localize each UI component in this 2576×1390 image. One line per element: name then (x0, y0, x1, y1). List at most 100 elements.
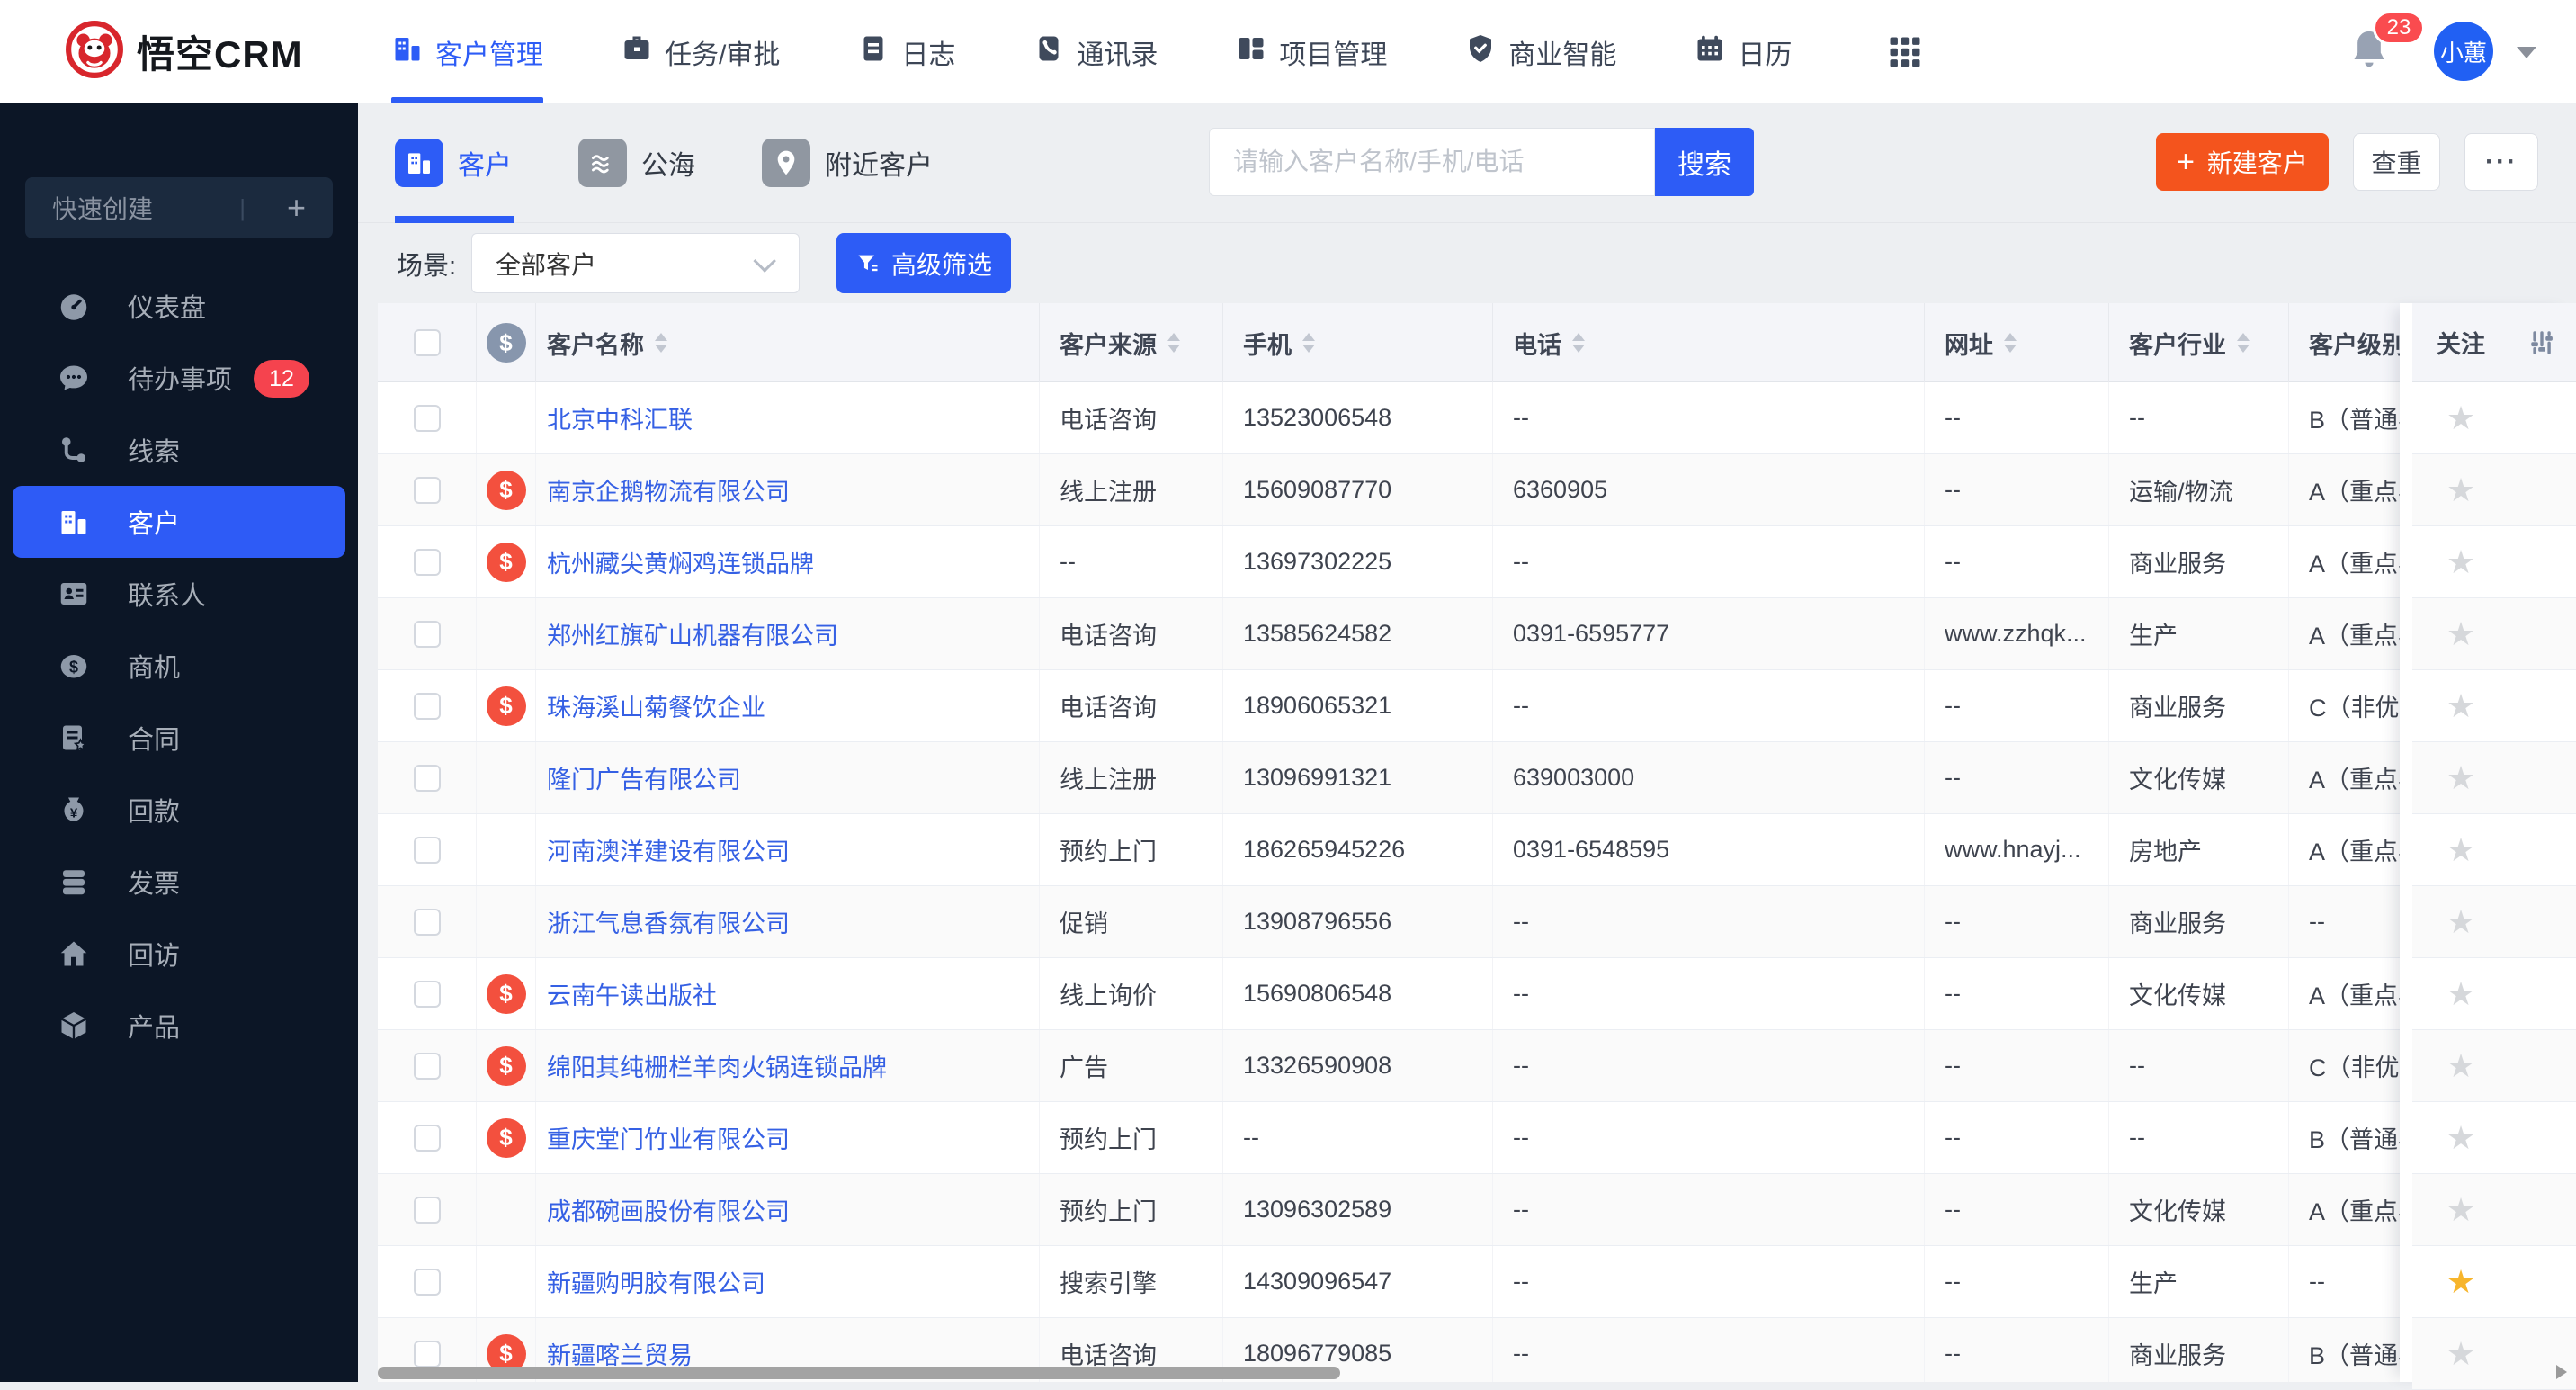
deal-status-icon: $ (487, 543, 526, 582)
sidebar-item-todos[interactable]: 待办事项 12 (13, 342, 345, 414)
follow-star-icon[interactable]: ★ (2412, 546, 2509, 578)
row-checkbox[interactable] (414, 765, 441, 792)
follow-row: ★ (2412, 382, 2576, 454)
quick-create-button[interactable]: 快速创建 | + (25, 177, 333, 238)
follow-star-icon[interactable]: ★ (2412, 834, 2509, 866)
sidebar-item-products[interactable]: 产品 (13, 990, 345, 1062)
sidebar-item-payments[interactable]: ¥ 回款 (13, 774, 345, 846)
follow-star-icon[interactable]: ★ (2412, 762, 2509, 794)
sort-icon[interactable] (655, 333, 667, 353)
follow-star-icon[interactable]: ★ (2412, 474, 2509, 507)
follow-star-icon[interactable]: ★ (2412, 1266, 2509, 1298)
row-checkbox[interactable] (414, 1269, 441, 1296)
table-row: 成都碗画股份有限公司 预约上门 13096302589 -- -- 文化传媒 A… (378, 1174, 2576, 1246)
follow-star-icon[interactable]: ★ (2412, 1338, 2509, 1370)
sidebar-item-leads[interactable]: 线索 (13, 414, 345, 486)
customer-name-link[interactable]: 云南午读出版社 (547, 976, 717, 1011)
nav-item-customer-management[interactable]: 客户管理 (391, 0, 543, 103)
sidebar-item-contracts[interactable]: 合同 (13, 702, 345, 774)
nav-item-project-management[interactable]: 项目管理 (1235, 0, 1387, 103)
industry-cell: 房地产 (2109, 814, 2289, 885)
scrollbar-right-arrow[interactable] (2556, 1365, 2567, 1379)
sidebar-item-opportunities[interactable]: $ 商机 (13, 630, 345, 702)
sort-icon[interactable] (1302, 333, 1315, 353)
sidebar-item-customers[interactable]: 客户 (13, 486, 345, 558)
nav-item-tasks-approval[interactable]: 任务/审批 (621, 0, 780, 103)
customer-name-link[interactable]: 郑州红旗矿山机器有限公司 (547, 616, 838, 651)
notification-bell-icon[interactable]: 23 (2349, 27, 2389, 76)
table-row: $ 绵阳其纯栅栏羊肉火锅连锁品牌 广告 13326590908 -- -- --… (378, 1030, 2576, 1102)
column-header-website: 网址 (1945, 326, 1993, 361)
phone-cell: -- (1493, 1030, 1925, 1101)
horizontal-scrollbar-thumb[interactable] (378, 1367, 1340, 1379)
nav-item-address-book[interactable]: 通讯录 (1033, 0, 1158, 103)
phone-cell: -- (1493, 670, 1925, 741)
row-checkbox[interactable] (414, 1053, 441, 1080)
sidebar-item-visits[interactable]: 回访 (13, 918, 345, 990)
more-actions-button[interactable]: ··· (2464, 133, 2538, 191)
new-customer-button[interactable]: + 新建客户 (2156, 133, 2329, 191)
nav-item-calendar[interactable]: 日历 (1694, 0, 1792, 103)
chevron-down-icon[interactable] (2517, 47, 2536, 58)
sort-icon[interactable] (2004, 333, 2017, 353)
row-checkbox[interactable] (414, 477, 441, 504)
customer-name-link[interactable]: 浙江气息香氛有限公司 (547, 904, 790, 939)
follow-star-icon[interactable]: ★ (2412, 978, 2509, 1010)
apps-grid-icon[interactable] (1885, 32, 1925, 76)
advanced-filter-button[interactable]: 高级筛选 (836, 233, 1011, 293)
customer-name-link[interactable]: 杭州藏尖黄焖鸡连锁品牌 (547, 544, 814, 579)
tab-customers[interactable]: 客户 (395, 103, 512, 223)
sidebar-item-invoices[interactable]: 发票 (13, 846, 345, 918)
follow-star-icon[interactable]: ★ (2412, 1050, 2509, 1082)
follow-star-icon[interactable]: ★ (2412, 402, 2509, 435)
follow-star-icon[interactable]: ★ (2412, 906, 2509, 938)
check-duplicate-button[interactable]: 查重 (2353, 133, 2440, 191)
customer-name-link[interactable]: 北京中科汇联 (547, 400, 693, 435)
phone-cell: -- (1493, 1318, 1925, 1382)
customer-name-link[interactable]: 绵阳其纯栅栏羊肉火锅连锁品牌 (547, 1048, 887, 1083)
row-checkbox[interactable] (414, 837, 441, 864)
scene-select[interactable]: 全部客户 (471, 233, 800, 293)
source-cell: 预约上门 (1040, 814, 1223, 885)
customer-name-link[interactable]: 隆门广告有限公司 (547, 760, 741, 795)
row-checkbox[interactable] (414, 621, 441, 648)
row-checkbox[interactable] (414, 405, 441, 432)
follow-star-icon[interactable]: ★ (2412, 618, 2509, 650)
phone-cell: -- (1493, 1102, 1925, 1173)
customer-name-link[interactable]: 重庆堂门竹业有限公司 (547, 1120, 790, 1155)
industry-cell: -- (2109, 1030, 2289, 1101)
tab-public-sea[interactable]: 公海 (578, 103, 695, 223)
select-all-checkbox[interactable] (414, 329, 441, 356)
row-checkbox[interactable] (414, 549, 441, 576)
scene-value: 全部客户 (496, 246, 596, 282)
follow-row: ★ (2412, 526, 2576, 598)
customer-name-link[interactable]: 河南澳洋建设有限公司 (547, 832, 790, 867)
plus-icon[interactable]: + (287, 192, 306, 224)
search-button[interactable]: 搜索 (1655, 128, 1754, 196)
customer-name-link[interactable]: 南京企鹅物流有限公司 (547, 472, 790, 507)
sort-icon[interactable] (1167, 333, 1180, 353)
search-input[interactable] (1209, 128, 1655, 196)
sort-icon[interactable] (2237, 333, 2250, 353)
follow-star-icon[interactable]: ★ (2412, 1194, 2509, 1226)
sort-icon[interactable] (1572, 333, 1585, 353)
row-checkbox[interactable] (414, 693, 441, 720)
customer-name-link[interactable]: 成都碗画股份有限公司 (547, 1192, 790, 1227)
customer-name-link[interactable]: 新疆购明胶有限公司 (547, 1264, 765, 1299)
column-settings-button[interactable] (2509, 327, 2576, 358)
row-checkbox[interactable] (414, 909, 441, 936)
row-checkbox[interactable] (414, 1197, 441, 1224)
avatar[interactable]: 小蕙 (2434, 22, 2493, 81)
row-checkbox[interactable] (414, 1125, 441, 1152)
follow-row: ★ (2412, 1102, 2576, 1174)
nav-item-logs[interactable]: 日志 (857, 0, 955, 103)
follow-star-icon[interactable]: ★ (2412, 690, 2509, 722)
sidebar-item-contacts[interactable]: 联系人 (13, 558, 345, 630)
sidebar-item-dashboard[interactable]: 仪表盘 (13, 270, 345, 342)
tab-nearby-customers[interactable]: 附近客户 (762, 103, 933, 223)
follow-star-icon[interactable]: ★ (2412, 1122, 2509, 1154)
nav-item-business-intelligence[interactable]: 商业智能 (1464, 0, 1616, 103)
row-checkbox[interactable] (414, 1341, 441, 1368)
customer-name-link[interactable]: 珠海溪山菊餐饮企业 (547, 688, 765, 723)
row-checkbox[interactable] (414, 981, 441, 1008)
